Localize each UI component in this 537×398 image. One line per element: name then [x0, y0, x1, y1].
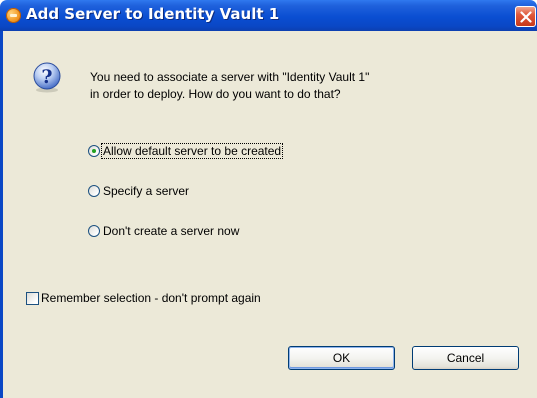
cancel-button[interactable]: Cancel	[412, 346, 519, 370]
remember-selection-checkbox[interactable]	[26, 291, 39, 305]
remember-selection-checkbox-row[interactable]: Remember selection - don't prompt again	[26, 289, 261, 307]
radio-button[interactable]	[88, 225, 100, 237]
prompt-message-line-2: in order to deploy. How do you want to d…	[90, 87, 341, 101]
radio-allow-default-server[interactable]: Allow default server to be created	[88, 142, 284, 160]
remember-selection-label: Remember selection - don't prompt again	[41, 291, 261, 305]
prompt-message-line-1: You need to associate a server with "Ide…	[90, 70, 370, 84]
radio-label-dont-create-server: Don't create a server now	[103, 224, 240, 238]
svg-text:?: ?	[41, 66, 52, 88]
radio-button[interactable]	[88, 185, 100, 197]
question-icon: ?	[33, 62, 61, 93]
radio-specify-server[interactable]: Specify a server	[88, 182, 190, 200]
identity-manager-icon	[6, 8, 21, 23]
title-bar[interactable]: Add Server to Identity Vault 1	[0, 0, 537, 31]
ok-button[interactable]: OK	[288, 346, 395, 370]
radio-dont-create-server[interactable]: Don't create a server now	[88, 222, 240, 240]
dialog-window: Add Server to Identity Vault 1 ? You nee…	[0, 0, 537, 398]
window-title: Add Server to Identity Vault 1	[26, 5, 280, 23]
close-button[interactable]	[515, 6, 536, 27]
close-icon	[520, 11, 532, 23]
radio-label-specify-server: Specify a server	[103, 184, 190, 198]
radio-label-allow-default-server: Allow default server to be created	[100, 143, 284, 159]
radio-button-selected[interactable]	[88, 145, 100, 157]
prompt-message: You need to associate a server with "Ide…	[90, 69, 369, 103]
